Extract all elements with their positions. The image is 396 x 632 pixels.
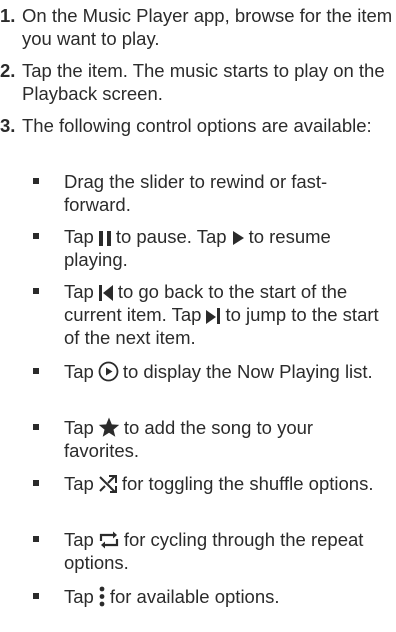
text-segment: to pause. Tap: [115, 226, 227, 247]
bullet-marker: [33, 368, 39, 374]
text-segment: Tap: [64, 417, 94, 438]
bullet-marker: [33, 424, 39, 430]
text-segment: to display the Now Playing list.: [122, 361, 373, 382]
star-icon: [98, 417, 120, 438]
step-text: On the Music Player app, browse for the …: [22, 5, 393, 49]
text-segment: for toggling the shuffle options.: [121, 473, 374, 494]
step-number: 2.: [0, 60, 16, 81]
bullet-text: Tap for available options.: [64, 585, 392, 608]
step-text: Tap the item. The music starts to play o…: [22, 60, 385, 104]
bullet-text: Tap to go back to the start of the curren…: [64, 280, 392, 349]
step-number: 1.: [0, 5, 16, 26]
bullet-text: Tap to pause. Tap to resume playing.: [64, 225, 392, 271]
play-icon: [231, 229, 245, 247]
repeat-icon: [98, 530, 120, 550]
skip-previous-icon: [98, 284, 114, 302]
bullet-text: Tap to add the song to your favorites.: [64, 416, 392, 462]
step-text: The following control options are availa…: [22, 115, 372, 136]
instructions-page: 1. On the Music Player app, browse for t…: [0, 0, 396, 632]
skip-next-icon: [205, 307, 221, 325]
bullet-marker: [33, 288, 39, 294]
bullet-marker: [33, 593, 39, 599]
pause-icon: [98, 229, 112, 247]
bullet-marker: [33, 178, 39, 184]
text-segment: Tap: [64, 586, 94, 607]
bullet-marker: [33, 536, 39, 542]
more-vertical-icon: [98, 586, 106, 607]
bullet-text: Tap for cycling through the repeat option…: [64, 528, 392, 574]
shuffle-icon: [98, 474, 118, 494]
bullet-text: Tap for toggling the shuffle options.: [64, 472, 392, 495]
bullet-text: Drag the slider to rewind or fast-forwar…: [64, 171, 328, 215]
text-segment: Tap: [64, 281, 94, 302]
text-segment: for available options.: [109, 586, 280, 607]
step-number: 3.: [0, 115, 16, 136]
text-segment: Tap: [64, 529, 94, 550]
play-circle-icon: [98, 361, 119, 382]
bullet-marker: [33, 233, 39, 239]
text-segment: Tap: [64, 473, 94, 494]
text-segment: Tap: [64, 226, 94, 247]
bullet-marker: [33, 480, 39, 486]
bullet-text: Tap to display the Now Playing list.: [64, 360, 392, 383]
text-segment: Tap: [64, 361, 94, 382]
